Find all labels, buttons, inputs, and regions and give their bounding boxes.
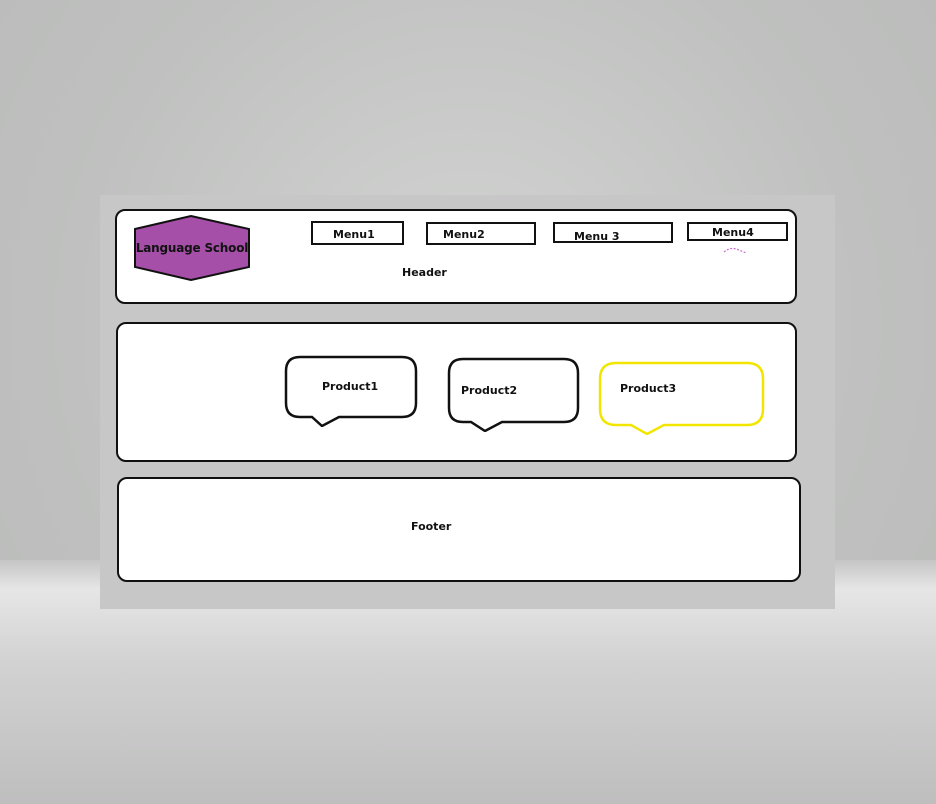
menu-item-1[interactable]: Menu1 — [311, 221, 404, 245]
menu-item-4[interactable]: Menu4 — [687, 222, 788, 241]
speech-bubble-icon — [598, 361, 765, 435]
product-label-2: Product2 — [461, 384, 518, 397]
menu-item-3-label: Menu 3 — [574, 230, 620, 243]
logo[interactable]: Language School — [133, 215, 251, 281]
header-label: Header — [402, 266, 447, 279]
menu-item-4-label: Menu4 — [712, 226, 754, 239]
scribble-mark-icon — [723, 247, 747, 254]
product-card-3[interactable]: Product3 — [598, 361, 765, 435]
product-label-1: Product1 — [322, 380, 379, 393]
logo-text: Language School — [135, 241, 249, 255]
menu-item-2-label: Menu2 — [443, 228, 485, 241]
menu-item-2[interactable]: Menu2 — [426, 222, 536, 245]
footer-label: Footer — [411, 520, 452, 533]
product-card-2[interactable]: Product2 — [447, 357, 580, 432]
menu-item-3[interactable]: Menu 3 — [553, 222, 673, 243]
product-card-1[interactable]: Product1 — [284, 355, 418, 427]
product-label-3: Product3 — [620, 382, 677, 395]
footer-panel — [117, 477, 801, 582]
menu-item-1-label: Menu1 — [333, 228, 375, 241]
